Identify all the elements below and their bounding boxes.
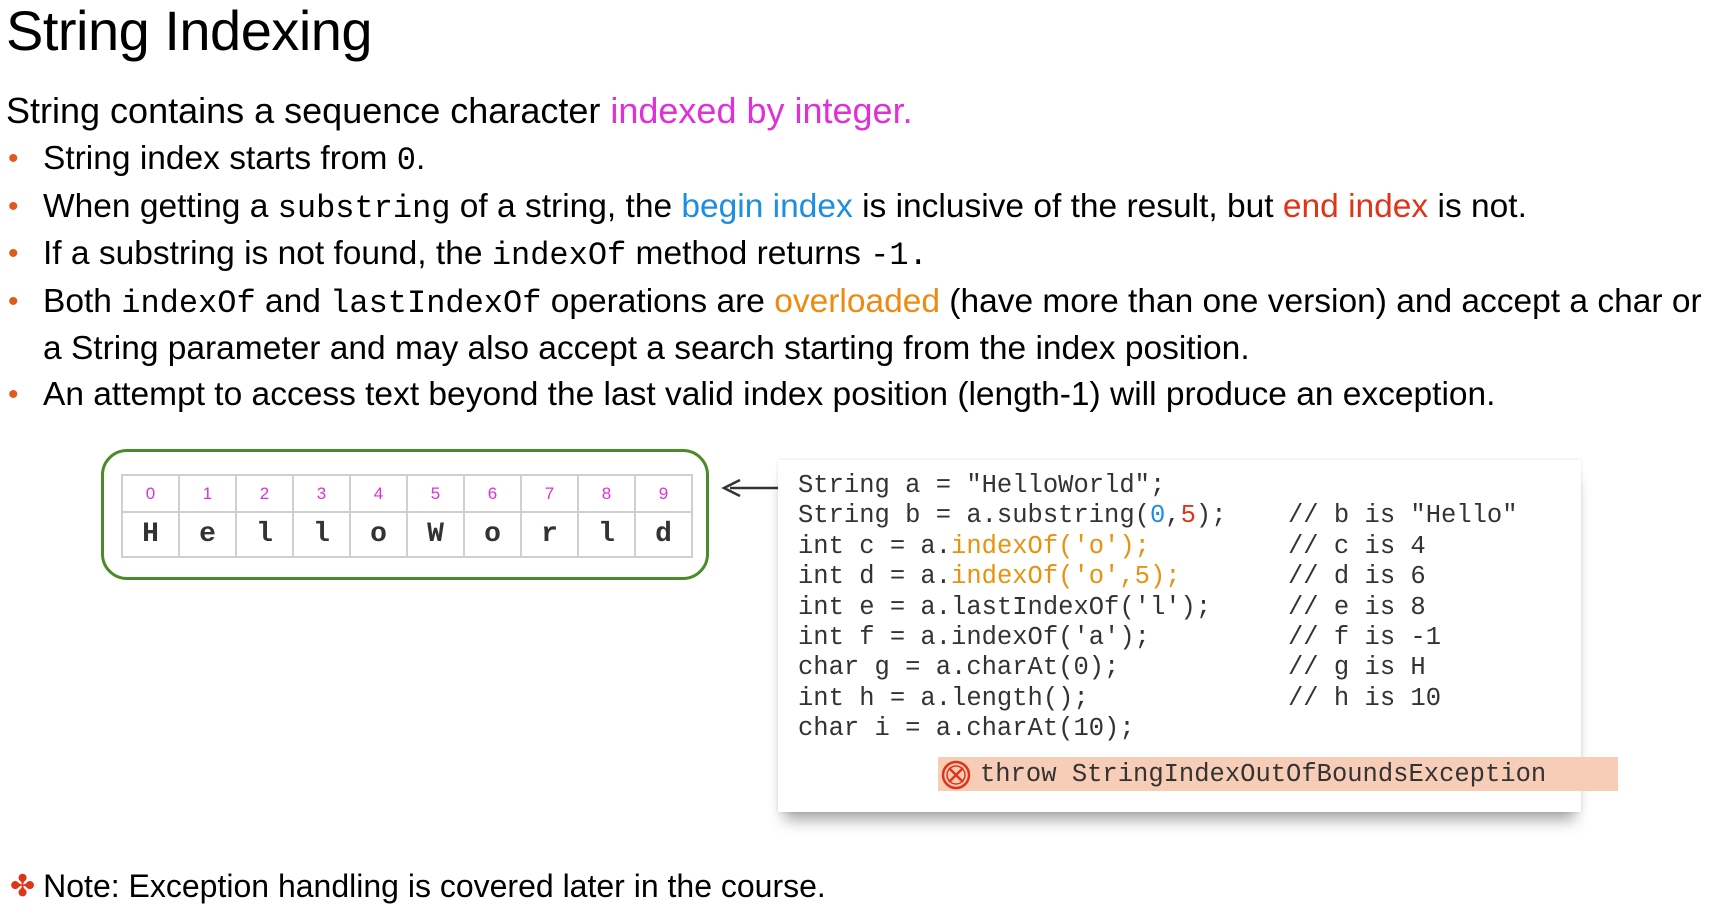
index-number-cell: 2 xyxy=(237,476,294,513)
character-cell: r xyxy=(522,513,579,558)
asterisk-bullet-icon: ✤ xyxy=(10,870,36,903)
bullet-segment: substring xyxy=(277,189,451,227)
code-segment: indexOf('o'); xyxy=(951,531,1150,561)
bullet-segment: is inclusive of the result, but xyxy=(852,187,1283,225)
bullet-dot-icon: • xyxy=(8,142,19,175)
bullet-segment: lastIndexOf xyxy=(330,284,542,322)
index-number-cell: 6 xyxy=(465,476,522,513)
bullet-dot-icon: • xyxy=(8,237,19,270)
index-number-cell: 1 xyxy=(180,476,237,513)
code-segment: indexOf('o',5); xyxy=(951,562,1181,592)
bullet-dot-icon: • xyxy=(8,377,19,411)
character-cell: l xyxy=(237,513,294,558)
index-number-cell: 0 xyxy=(123,476,180,513)
code-line: char g = a.charAt(0); // g is H xyxy=(798,653,1426,683)
code-segment: int e = a.lastIndexOf('l'); xyxy=(798,592,1212,622)
code-segment: int h = a.length(); xyxy=(798,683,1089,713)
bullet-item: • An attempt to access text beyond the la… xyxy=(6,372,1706,418)
index-grid: 0123456789HelloWorld xyxy=(121,474,693,558)
code-segment: int d = a. xyxy=(798,562,952,592)
exception-text: throw StringIndexOutOfBoundsException xyxy=(980,760,1547,789)
bullet-segment: If a substring is not found, the xyxy=(43,235,492,272)
code-line: int f = a.indexOf('a'); // f is -1 xyxy=(798,622,1441,653)
bullet-item: • Both indexOf and lastIndexOf operations… xyxy=(6,279,1706,372)
bullet-segment: -1. xyxy=(870,237,928,274)
code-comment: // d is 6 xyxy=(1288,562,1426,592)
bullet-item: • If a substring is not found, the indexO… xyxy=(6,231,1706,279)
code-line: int d = a.indexOf('o',5); // d is 6 xyxy=(798,562,1426,592)
exception-banner: throw StringIndexOutOfBoundsException xyxy=(938,757,1618,791)
bullet-segment: method returns xyxy=(626,235,871,272)
intro-highlight: indexed by integer. xyxy=(610,90,913,131)
character-cell: o xyxy=(351,513,408,558)
code-segment: 0 xyxy=(1149,501,1166,531)
code-segment: int f = a.indexOf('a'); xyxy=(798,622,1150,652)
code-segment: char g = a.charAt(0); xyxy=(798,653,1120,683)
bullet-segment: overloaded xyxy=(774,282,940,320)
bullet-segment: When getting a xyxy=(43,187,278,225)
bullet-item: • String index starts from 0. xyxy=(6,136,1706,184)
bullet-segment: begin index xyxy=(681,187,853,225)
bullet-segment: 0 xyxy=(396,142,416,179)
bullet-segment: An attempt to access text beyond the las… xyxy=(43,375,1496,413)
code-block: String a = "HelloWorld"; String b = a.sub… xyxy=(798,471,1518,745)
character-cell: W xyxy=(408,513,465,558)
bullet-dot-icon: • xyxy=(8,189,19,223)
code-comment: // g is H xyxy=(1288,653,1426,683)
slide-title: String Indexing xyxy=(6,0,373,62)
code-line: String b = a.substring(0,5); // b is "Hel… xyxy=(798,501,1518,531)
footnote: ✤ Note: Exception handling is covered la… xyxy=(10,868,826,905)
character-cell: l xyxy=(579,513,636,558)
character-cell: o xyxy=(465,513,522,558)
intro-plain: String contains a sequence character xyxy=(6,90,611,131)
index-number-cell: 9 xyxy=(636,476,693,513)
code-line: int h = a.length(); // h is 10 xyxy=(798,683,1441,714)
bullet-item: • When getting a substring of a string, t… xyxy=(6,184,1706,232)
bullet-segment: . xyxy=(415,140,426,177)
code-line: int e = a.lastIndexOf('l'); // e is 8 xyxy=(798,592,1426,623)
code-comment: // h is 10 xyxy=(1288,683,1442,713)
intro-text: String contains a sequence character ind… xyxy=(6,90,913,132)
bullet-segment: of a string, the xyxy=(450,187,682,225)
error-circle-x-icon xyxy=(941,760,971,790)
bullet-segment: Both xyxy=(43,282,122,320)
code-line: String a = "HelloWorld"; xyxy=(798,471,1227,501)
code-line: int c = a.indexOf('o'); // c is 4 xyxy=(798,531,1426,562)
character-cell: d xyxy=(636,513,693,558)
bullet-segment: indexOf xyxy=(491,237,627,274)
index-number-cell: 3 xyxy=(294,476,351,513)
code-comment: // c is 4 xyxy=(1288,531,1426,561)
index-number-cell: 4 xyxy=(351,476,408,513)
bullet-segment: end index xyxy=(1282,187,1429,225)
code-comment: // b is "Hello" xyxy=(1288,501,1518,531)
code-segment: ); xyxy=(1195,501,1227,531)
index-number-cell: 8 xyxy=(579,476,636,513)
index-number-cell: 7 xyxy=(522,476,579,513)
bullet-list: • String index starts from 0. • When gettin… xyxy=(6,136,1706,417)
code-segment: 5 xyxy=(1180,501,1196,531)
footnote-text: Note: Exception handling is covered late… xyxy=(43,868,826,904)
string-index-diagram: 0123456789HelloWorld xyxy=(101,449,709,580)
code-segment: String b = a.substring( xyxy=(798,501,1150,531)
code-comment: // e is 8 xyxy=(1288,592,1426,622)
code-line: char i = a.charAt(10); xyxy=(798,714,1227,744)
bullet-segment: operations are xyxy=(541,282,775,320)
code-segment: int c = a. xyxy=(798,531,952,561)
bullet-dot-icon: • xyxy=(8,284,19,318)
bullet-segment: and xyxy=(255,282,331,320)
bullet-segment: indexOf xyxy=(121,284,256,322)
character-cell: e xyxy=(180,513,237,558)
code-segment: , xyxy=(1165,501,1181,531)
bullet-segment: is not. xyxy=(1428,187,1527,225)
code-segment: char i = a.charAt(10); xyxy=(798,714,1135,744)
character-cell: l xyxy=(294,513,351,558)
character-cell: H xyxy=(123,513,180,558)
index-number-cell: 5 xyxy=(408,476,465,513)
code-comment: // f is -1 xyxy=(1288,622,1442,652)
bullet-segment: String index starts from xyxy=(43,140,397,177)
code-segment: String a = "HelloWorld"; xyxy=(798,471,1166,500)
